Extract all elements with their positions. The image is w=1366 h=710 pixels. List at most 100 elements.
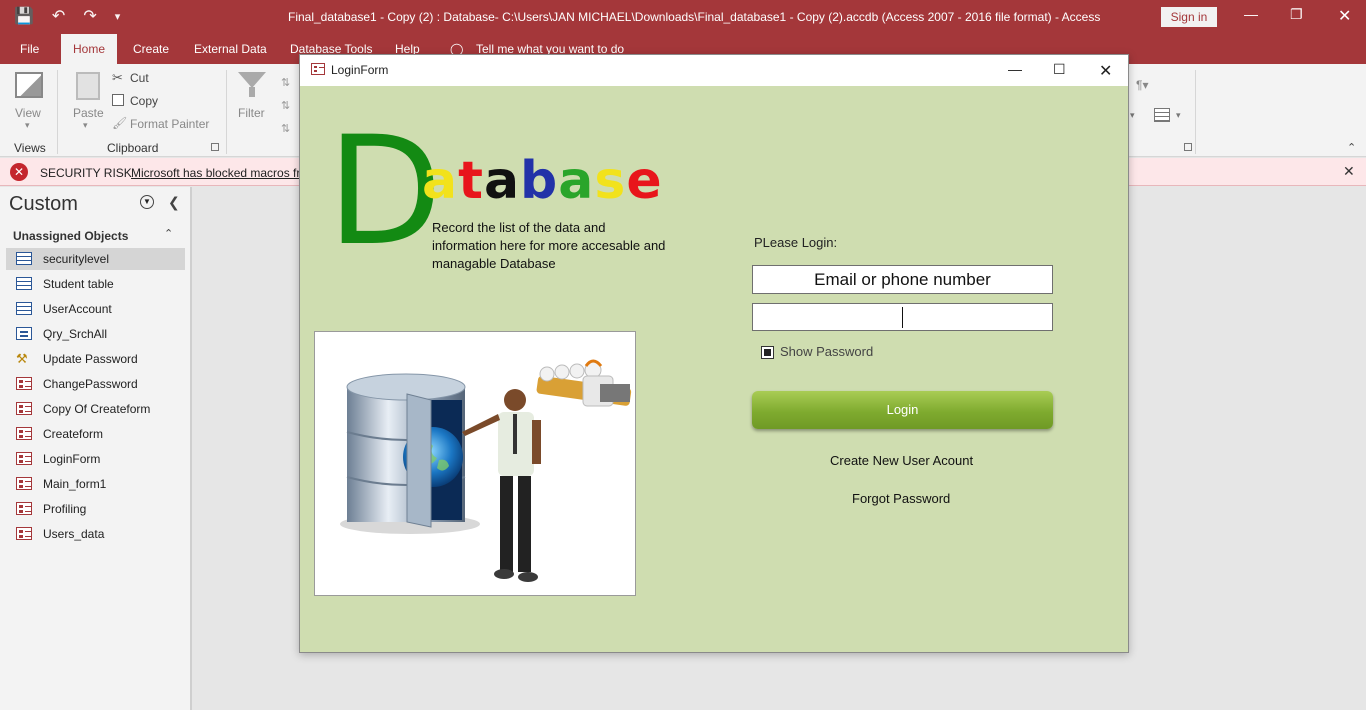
tagline: Record the list of the data and informat… [432,220,666,271]
nav-item-label: Createform [43,427,104,441]
quick-access-toolbar: 💾 ↶ ↷ ▾ [14,6,120,26]
form-icon [16,377,32,390]
paragraph-icon[interactable]: ¶▾ [1136,78,1148,92]
person-arm [462,414,500,436]
collapse-ribbon-icon[interactable]: ⌃ [1347,141,1356,154]
tab-external-data[interactable]: External Data [194,42,267,56]
macro-icon: ⚒ [16,351,28,366]
customize-qat-icon[interactable]: ▾ [115,10,121,23]
nav-item-label: Qry_SrchAll [43,327,108,341]
show-password-checkbox[interactable] [761,346,774,359]
scissors-icon: ✂ [112,70,123,85]
form-minimize-icon[interactable]: — [1008,61,1022,77]
view-icon [15,72,43,98]
copy-icon [112,94,124,106]
collapse-group-icon[interactable]: ⌃ [164,227,173,240]
form-close-icon[interactable]: ✕ [1099,61,1112,81]
nav-item[interactable]: Profiling [6,498,185,520]
ribbon-separator [1195,70,1196,154]
text-format-dropdown-icon[interactable]: ▾ [1130,110,1135,121]
tab-file[interactable]: File [20,42,39,56]
logo-word: atabase [422,151,663,211]
nav-item[interactable]: Main_form1 [6,473,185,495]
create-account-link[interactable]: Create New User Acount [830,453,973,468]
logo-letter: b [520,151,559,211]
window-title: Final_database1 - Copy (2) : Database- C… [288,10,1101,24]
nav-item-label: UserAccount [43,302,112,316]
table-icon [16,277,32,290]
person-head [504,389,526,411]
paste-dropdown-icon: ▾ [83,120,88,130]
db-cylinder-top [346,373,466,401]
dialog-launcher-icon[interactable] [1184,143,1192,151]
tab-create[interactable]: Create [133,42,169,56]
form-icon [16,502,32,515]
cut-label: Cut [130,71,149,85]
login-form-window: LoginForm — ☐ ✕ D atabase Record the lis… [299,54,1129,653]
nav-item[interactable]: LoginForm [6,448,185,470]
nav-item[interactable]: ChangePassword [6,373,185,395]
redo-icon[interactable]: ↷ [83,6,96,26]
forgot-password-link[interactable]: Forgot Password [852,491,950,506]
logo-letter: a [558,151,595,211]
navigation-pane: Custom ▼ ❮ Unassigned Objects ⌃ security… [0,187,192,710]
restore-icon[interactable]: ❐ [1290,6,1303,23]
close-icon[interactable]: ✕ [1338,6,1351,26]
person-lanyard [513,414,517,454]
logo-letter: a [483,151,521,211]
login-button[interactable]: Login [752,391,1053,429]
security-title: SECURITY RISK [40,166,132,180]
person-shoe [518,572,538,582]
gridlines-dropdown-icon[interactable]: ▾ [1176,110,1181,121]
dialog-launcher-icon[interactable] [211,143,219,151]
nav-item[interactable]: ⚒ Update Password [6,348,185,370]
table-icon [16,302,32,315]
illustration-svg [340,359,632,582]
person-leg-left [500,476,513,572]
minimize-icon[interactable]: — [1244,6,1258,22]
gridlines-icon[interactable] [1154,108,1170,122]
shutter-bar-icon[interactable]: ❮ [168,194,180,211]
db-door [406,393,432,528]
save-icon[interactable]: 💾 [14,6,34,26]
nav-item[interactable]: Student table [6,273,185,295]
nav-item-label: Profiling [43,502,87,516]
sign-in-button[interactable]: Sign in [1161,7,1217,27]
security-message-link[interactable]: Microsoft has blocked macros fr [131,166,300,180]
form-icon [16,452,32,465]
title-bar: 💾 ↶ ↷ ▾ Final_database1 - Copy (2) : Dat… [0,0,1366,34]
nav-item[interactable]: UserAccount [6,298,185,320]
views-group-label: Views [14,141,46,155]
form-icon [16,477,32,490]
support-agents-graphic [536,359,632,407]
show-password-label: Show Password [780,344,874,359]
form-icon [16,527,32,540]
view-dropdown-icon: ▾ [25,120,30,130]
filter-button[interactable]: Filter [236,70,270,120]
nav-group-header[interactable]: Unassigned Objects [13,229,128,243]
nav-item[interactable]: Qry_SrchAll [6,323,185,345]
undo-icon[interactable]: ↶ [52,6,65,26]
nav-pane-title[interactable]: Custom [9,193,78,216]
close-security-bar-icon[interactable]: ✕ [1343,163,1355,180]
nav-item-label: ChangePassword [43,377,138,391]
password-field[interactable] [752,303,1053,331]
view-button[interactable]: View ▾ [10,70,48,132]
format-painter-label: Format Painter [130,117,210,131]
form-maximize-icon[interactable]: ☐ [1053,61,1066,78]
nav-item[interactable]: Createform [6,423,185,445]
ribbon-separator [226,70,227,154]
nav-item[interactable]: securitylevel [6,248,185,270]
logo-letter: t [458,151,484,211]
email-field[interactable]: Email or phone number [752,265,1053,294]
sort-icons: ⇅ ⇅ ⇅ [281,77,291,135]
clipboard-group-label: Clipboard [107,141,159,155]
person-figure [462,389,541,582]
paste-button[interactable]: Paste ▾ [70,70,106,132]
nav-item[interactable]: Copy Of Createform [6,398,185,420]
nav-item[interactable]: Users_data [6,523,185,545]
nav-item-label: Student table [43,277,114,291]
tab-home[interactable]: Home [61,34,118,64]
nav-menu-dropdown-icon[interactable]: ▼ [140,195,154,209]
text-caret [902,307,903,328]
